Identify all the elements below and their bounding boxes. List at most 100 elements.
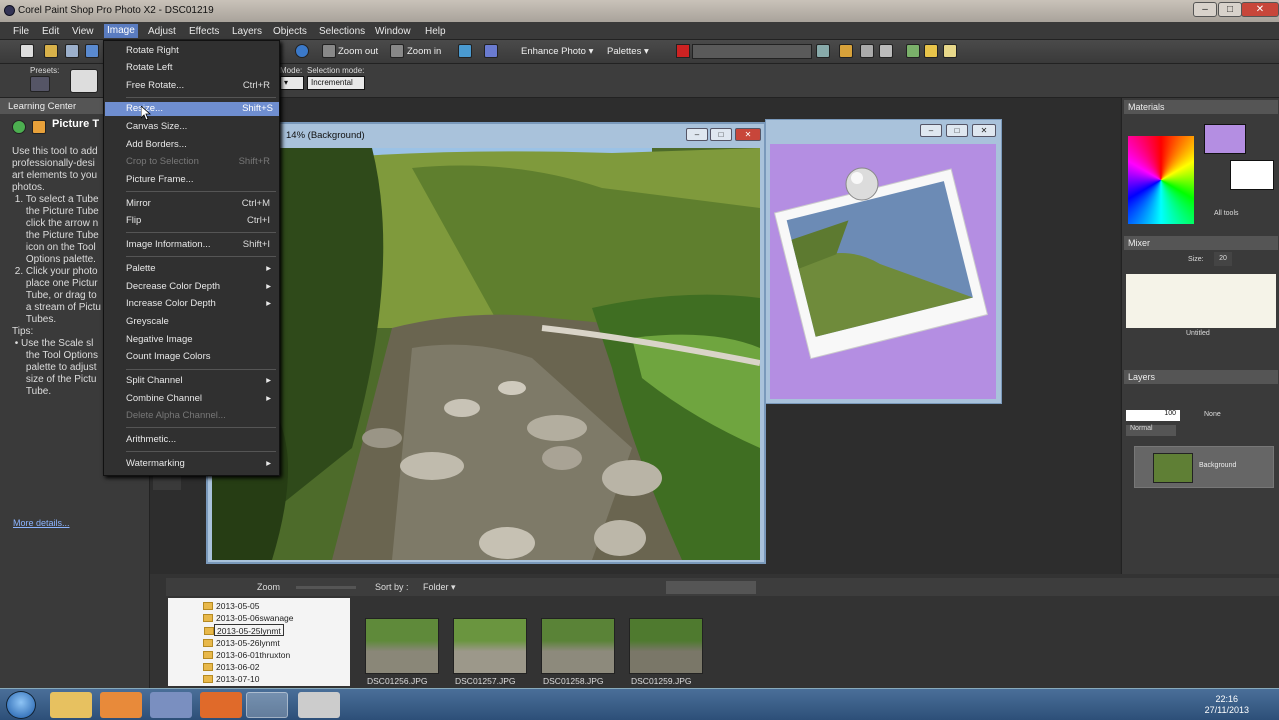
menu-objects[interactable]: Objects [273,26,307,37]
menu-file[interactable]: File [13,26,29,37]
image-maximize-button[interactable]: □ [710,128,732,141]
minimize-button[interactable]: – [1193,2,1217,17]
foreground-swatch[interactable] [1204,124,1246,154]
share-icon[interactable] [860,44,874,58]
home-icon[interactable] [32,120,46,134]
thumbnail[interactable] [541,618,615,674]
print-icon[interactable] [484,44,498,58]
firefox-icon[interactable] [200,692,242,718]
paint-shop-pro-icon[interactable] [246,692,288,718]
menu-selections[interactable]: Selections [319,26,365,37]
app-icon[interactable] [150,692,192,718]
menu-item-rotate-right[interactable]: Rotate Right [126,44,276,58]
menu-item-decrease-color-depth[interactable]: Decrease Color Depth ▸ [126,280,276,294]
blend-none-label[interactable]: None [1204,411,1221,418]
enhance-photo-button[interactable]: Enhance Photo ▾ [521,44,593,59]
menu-layers[interactable]: Layers [232,26,262,37]
menu-item-combine-channel[interactable]: Combine Channel ▸ [126,392,276,406]
system-clock[interactable]: 22:16 27/11/2013 [1205,694,1249,716]
menu-edit[interactable]: Edit [42,26,59,37]
thumbnail[interactable] [453,618,527,674]
browse-icon[interactable] [65,44,79,58]
menu-adjust[interactable]: Adjust [148,26,176,37]
zoom-slider[interactable] [296,586,356,589]
explorer-icon[interactable] [50,692,92,718]
menu-item-rotate-left[interactable]: Rotate Left [126,61,276,75]
selection-mode-select[interactable]: Incremental [307,76,365,90]
color-wheel[interactable] [1128,136,1194,224]
more-details-link[interactable]: More details... [13,518,70,528]
thumbnail[interactable] [365,618,439,674]
menu-item-add-borders[interactable]: Add Borders... [126,138,276,152]
new-icon[interactable] [20,44,34,58]
tree-folder[interactable]: 2013-05-26lynmt [203,637,280,649]
palettes-button[interactable]: Palettes ▾ [607,44,649,59]
layer-background[interactable]: Background [1134,446,1274,488]
photo-canvas[interactable] [212,148,760,560]
menu-item-greyscale[interactable]: Greyscale [126,315,276,329]
tree-folder[interactable]: 2013-05-05 [203,600,259,612]
close-button[interactable]: ✕ [1241,2,1279,17]
maximize-button[interactable]: □ [1218,2,1242,17]
media-player-icon[interactable] [100,692,142,718]
mixer-canvas[interactable] [1126,274,1276,328]
light-icon[interactable] [924,44,938,58]
scrap-maximize-button[interactable]: □ [946,124,968,137]
menu-item-resize[interactable]: Resize... Shift+S [105,102,279,116]
menu-item-split-channel[interactable]: Split Channel ▸ [126,374,276,388]
app-icon[interactable] [298,692,340,718]
background-swatch[interactable] [1230,160,1274,190]
logo-icon[interactable] [676,44,690,58]
blend-mode-select[interactable]: Normal [1126,425,1176,436]
toolbar-search-field[interactable] [692,44,812,59]
menu-item-free-rotate[interactable]: Free Rotate... Ctrl+R [126,79,276,93]
photo-fix-icon[interactable] [458,44,472,58]
open-icon[interactable] [44,44,58,58]
tree-folder[interactable]: 2013-06-02 [203,661,259,673]
menu-item-palette[interactable]: Palette ▸ [126,262,276,276]
menu-item-negative-image[interactable]: Negative Image [126,333,276,347]
menu-item-watermarking[interactable]: Watermarking ▸ [126,457,276,471]
menu-item-count-image-colors[interactable]: Count Image Colors [126,350,276,364]
tree-folder[interactable]: 2013-06-01thruxton [203,649,290,661]
menu-window[interactable]: Window [375,26,411,37]
add-icon[interactable] [12,120,26,134]
start-button[interactable] [6,691,36,719]
menu-effects[interactable]: Effects [189,26,219,37]
menu-help[interactable]: Help [425,26,446,37]
info-icon[interactable] [295,44,309,58]
mode-select[interactable]: ▾ [280,76,304,90]
scrapbook-canvas[interactable] [770,144,996,399]
menu-view[interactable]: View [72,26,94,37]
zoom-out-icon[interactable] [322,44,336,58]
image-close-button[interactable]: ✕ [735,128,761,141]
zoom-in-icon[interactable] [390,44,404,58]
mail-icon[interactable] [943,44,957,58]
scrapbook-window[interactable]: – □ ✕ [765,119,1002,404]
image-minimize-button[interactable]: – [686,128,708,141]
sort-select[interactable]: Folder ▾ [423,582,456,593]
my-icon[interactable] [839,44,853,58]
tree-folder-selected[interactable]: 2013-05-25lynmt [204,624,284,636]
preset-icon[interactable] [30,76,50,92]
tree-folder[interactable]: 2013-07-10 [203,673,259,685]
music-icon[interactable] [906,44,920,58]
thumbnail[interactable] [629,618,703,674]
menu-item-image-information[interactable]: Image Information... Shift+I [126,238,276,252]
scrap-minimize-button[interactable]: – [920,124,942,137]
menu-item-increase-color-depth[interactable]: Increase Color Depth ▸ [126,297,276,311]
menu-item-arithmetic[interactable]: Arithmetic... [126,433,276,447]
menu-item-flip[interactable]: Flip Ctrl+I [126,214,276,228]
scrap-close-button[interactable]: ✕ [972,124,996,137]
save-icon[interactable] [85,44,99,58]
app-icon[interactable] [4,5,15,16]
zoom-out-button[interactable]: Zoom out [338,44,378,59]
search-icon[interactable] [816,44,830,58]
menu-item-picture-frame[interactable]: Picture Frame... [126,173,276,187]
menu-image[interactable]: Image [104,24,138,38]
opacity-field[interactable]: 100 [1126,410,1180,421]
menu-item-canvas-size[interactable]: Canvas Size... [126,120,276,134]
organizer-search-field[interactable] [666,581,756,594]
picture-tube-preview-icon[interactable] [70,69,98,93]
menu-item-mirror[interactable]: Mirror Ctrl+M [126,197,276,211]
